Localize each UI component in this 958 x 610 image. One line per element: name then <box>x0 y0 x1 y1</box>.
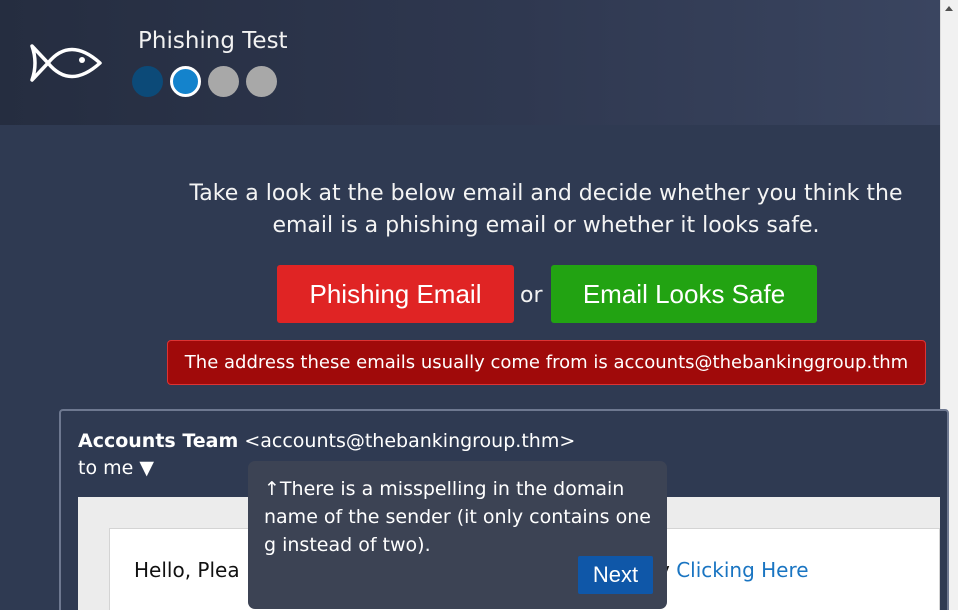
email-from-line: Accounts Team <accounts@thebankingroup.t… <box>78 430 575 452</box>
email-body-text-start: Hello, Plea <box>134 558 240 582</box>
or-label: or <box>520 283 543 308</box>
email-body-link[interactable]: Clicking Here <box>676 558 808 582</box>
tooltip-text: ↑There is a misspelling in the domain na… <box>264 478 651 556</box>
progress-steps <box>132 66 277 97</box>
app-header: Phishing Test <box>0 0 940 125</box>
fish-icon <box>30 44 102 82</box>
instructions-text: Take a look at the below email and decid… <box>189 181 903 238</box>
app-title: Phishing Test <box>138 28 288 54</box>
step-dot-3 <box>208 66 239 97</box>
scroll-up-arrow-icon[interactable] <box>945 6 953 11</box>
phishing-email-button[interactable]: Phishing Email <box>277 265 514 323</box>
sender-hint-banner: The address these emails usually come fr… <box>167 340 926 385</box>
sender-address: <accounts@thebankingroup.thm> <box>244 430 576 452</box>
email-body-text-end: y Clicking Here <box>658 558 809 582</box>
step-dot-1 <box>132 66 163 97</box>
sender-name: Accounts Team <box>78 430 239 452</box>
step-dot-2 <box>170 66 201 97</box>
email-looks-safe-button[interactable]: Email Looks Safe <box>551 265 817 323</box>
next-button[interactable]: Next <box>578 556 653 594</box>
step-dot-4 <box>246 66 277 97</box>
recipient-toggle[interactable]: to me ▼ <box>78 457 154 479</box>
